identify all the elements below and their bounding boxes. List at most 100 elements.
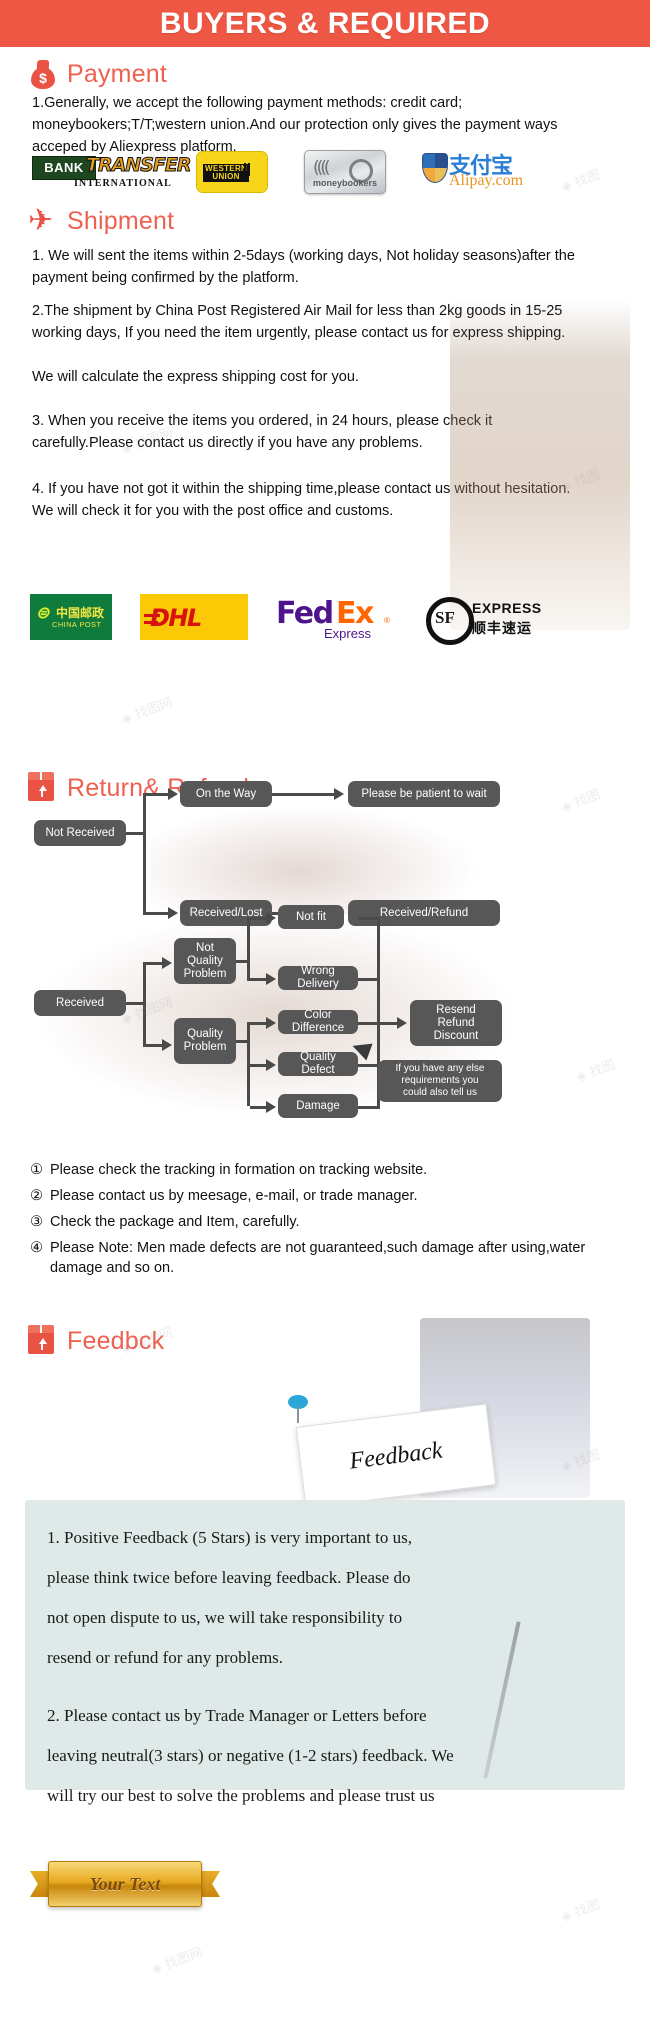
feedback-line-2: please think twice before leaving feedba…: [47, 1568, 411, 1587]
feedback-box-icon: [28, 1325, 58, 1357]
flow-line-ontheway-to-wait: [272, 793, 334, 796]
flow-box-quality-defect: Quality Defect: [278, 1051, 358, 1076]
flow-box-received-lost: Received/Lost: [180, 900, 272, 926]
list-item: ② Please contact us by meesage, e-mail, …: [30, 1186, 630, 1206]
note-text-3: Check the package and Item, carefully.: [50, 1214, 300, 1230]
flow-box-on-the-way: On the Way: [180, 781, 272, 807]
flow-arrow-to-notfit: [266, 912, 276, 924]
feedback-line-1: 1. Positive Feedback (5 Stars) is very i…: [47, 1528, 412, 1547]
note-number-1: ①: [30, 1162, 43, 1178]
flow-arrow-to-colordiff: [266, 1017, 276, 1029]
payment-logos: BANK TRANSFER INTERNATIONAL WESTERN UNIO…: [32, 150, 532, 194]
feedback-section-heading: Feedbck: [28, 1325, 164, 1357]
flow-box-resend-refund-discount: Resend Refund Discount: [410, 1000, 502, 1046]
note-text-4: Please Note: Men made defects are not gu…: [50, 1240, 586, 1276]
flow-trunk-received: [143, 962, 146, 1047]
flow-arrow-to-wait: [334, 788, 344, 800]
note-text-2: Please contact us by meesage, e-mail, or…: [50, 1188, 418, 1204]
feedback-card-label: Feedback: [348, 1436, 444, 1475]
flow-box-received: Received: [34, 990, 126, 1016]
western-union-logo: WESTERN UNION: [196, 151, 268, 193]
feedback-line-7: will try our best to solve the problems …: [47, 1786, 435, 1805]
flow-box-not-fit: Not fit: [278, 905, 344, 929]
flow-box-damage: Damage: [278, 1094, 358, 1118]
alipay-logo: 支付宝 Alipay.com: [422, 150, 532, 194]
list-item: ③ Check the package and Item, carefully.: [30, 1212, 630, 1232]
fedex-sub: Express: [324, 626, 371, 641]
flow-line-to-damage: [250, 1106, 266, 1109]
note-number-2: ②: [30, 1188, 43, 1204]
flow-box-please-wait: Please be patient to wait: [348, 781, 500, 807]
returns-notes-list: ① Please check the tracking in formation…: [30, 1160, 630, 1284]
note-number-4: ④: [30, 1240, 43, 1256]
flow-line-to-wrongdelivery: [250, 978, 266, 981]
fedex-registered-mark: ®: [384, 616, 390, 625]
flow-arrow-to-wrongdelivery: [266, 973, 276, 985]
flow-arrow-to-damage: [266, 1101, 276, 1113]
watermark: ◈ 找图: [559, 1897, 603, 1926]
china-post-en: CHINA POST: [52, 620, 102, 629]
shipment-heading-label: Shipment: [67, 206, 175, 235]
watermark: ◈ 找图: [574, 1057, 618, 1086]
bank-transfer-sub: INTERNATIONAL: [74, 178, 172, 189]
watermark: ◈ 找图: [559, 167, 603, 196]
feedback-line-3: not open dispute to us, we will take res…: [47, 1608, 403, 1627]
return-box-icon: [28, 772, 58, 804]
feedback-heading-label: Feedbck: [67, 1326, 165, 1355]
list-item: ① Please check the tracking in formation…: [30, 1160, 630, 1180]
sf-mark: SF: [435, 608, 455, 627]
fedex-logo: Fed Ex ® Express: [276, 594, 398, 642]
dhl-logo: DHL: [140, 594, 248, 640]
feedback-line-4: resend or refund for any problems.: [47, 1648, 284, 1667]
shipment-paragraph-1: 1. We will sent the items within 2-5days…: [32, 248, 575, 286]
flow-line-to-ontheway: [146, 793, 168, 796]
sf-en: EXPRESS: [472, 600, 542, 616]
sf-express-logo: SF EXPRESS 顺丰速运: [426, 594, 544, 645]
pushpin-icon: [288, 1395, 310, 1423]
alipay-shield-icon: [422, 153, 448, 183]
flow-box-wrong-delivery: Wrong Delivery: [278, 965, 358, 990]
feedback-gap: [47, 1678, 607, 1696]
list-item: ④ Please Note: Men made defects are not …: [30, 1238, 630, 1278]
airplane-icon: ✈: [28, 204, 54, 237]
feedback-line-5: 2. Please contact us by Trade Manager or…: [47, 1706, 427, 1725]
shipment-section-heading: ✈ Shipment: [28, 204, 175, 237]
flow-box-quality-problem: Quality Problem: [174, 1018, 236, 1064]
western-union-line2: UNION: [212, 172, 240, 181]
flow-trunk-nq: [247, 917, 250, 981]
note-number-3: ③: [30, 1214, 43, 1230]
page-banner: BUYERS & REQUIRED: [0, 0, 650, 47]
shipment-logos: ⊜ 中国邮政 CHINA POST DHL Fed Ex ® Express S…: [30, 594, 544, 645]
watermark: ◈ 找图网: [149, 1945, 205, 1978]
delivery-man-photo: [450, 300, 630, 630]
your-text-ribbon: Your Text: [30, 1855, 220, 1913]
china-post-logo: ⊜ 中国邮政 CHINA POST: [30, 594, 112, 640]
china-post-cn: 中国邮政: [56, 606, 105, 620]
flowchart-bg-photo-top: [150, 805, 480, 915]
flow-line-to-notfit: [250, 917, 266, 920]
flow-arrow-to-quality: [162, 1039, 172, 1051]
note-text-1: Please check the tracking in formation o…: [50, 1162, 428, 1178]
feedback-text-block: 1. Positive Feedback (5 Stars) is very i…: [47, 1518, 607, 1816]
flow-arrow-to-receivedlost: [168, 907, 178, 919]
flow-line-to-notquality: [146, 962, 162, 965]
flow-arrow-to-qualitydefect: [266, 1059, 276, 1071]
flow-line-to-qualitydefect: [250, 1064, 266, 1067]
bank-transfer-secondary: TRANSFER: [85, 154, 191, 177]
dhl-text: DHL: [150, 604, 202, 632]
flow-line-to-colordiff: [250, 1022, 266, 1025]
bank-transfer-logo: BANK TRANSFER INTERNATIONAL: [32, 154, 192, 190]
flow-box-received-refund: Received/Refund: [348, 900, 500, 926]
money-bag-icon: $: [28, 58, 58, 90]
payment-section-heading: $ Payment: [28, 58, 167, 90]
watermark: ◈ 找图: [559, 787, 603, 816]
flow-arrow-to-notquality: [162, 957, 172, 969]
moneybookers-label: moneybookers: [312, 178, 378, 188]
product-policy-page: BUYERS & REQUIRED $ Payment 1.Generally,…: [0, 0, 650, 2028]
flow-box-color-difference: Color Difference: [278, 1009, 358, 1034]
flow-line-to-receivedlost: [146, 912, 168, 915]
flow-box-not-received: Not Received: [34, 820, 126, 846]
watermark: ◈ 找图网: [119, 695, 175, 728]
flow-line-to-quality: [146, 1044, 162, 1047]
ribbon-label: Your Text: [89, 1873, 161, 1894]
